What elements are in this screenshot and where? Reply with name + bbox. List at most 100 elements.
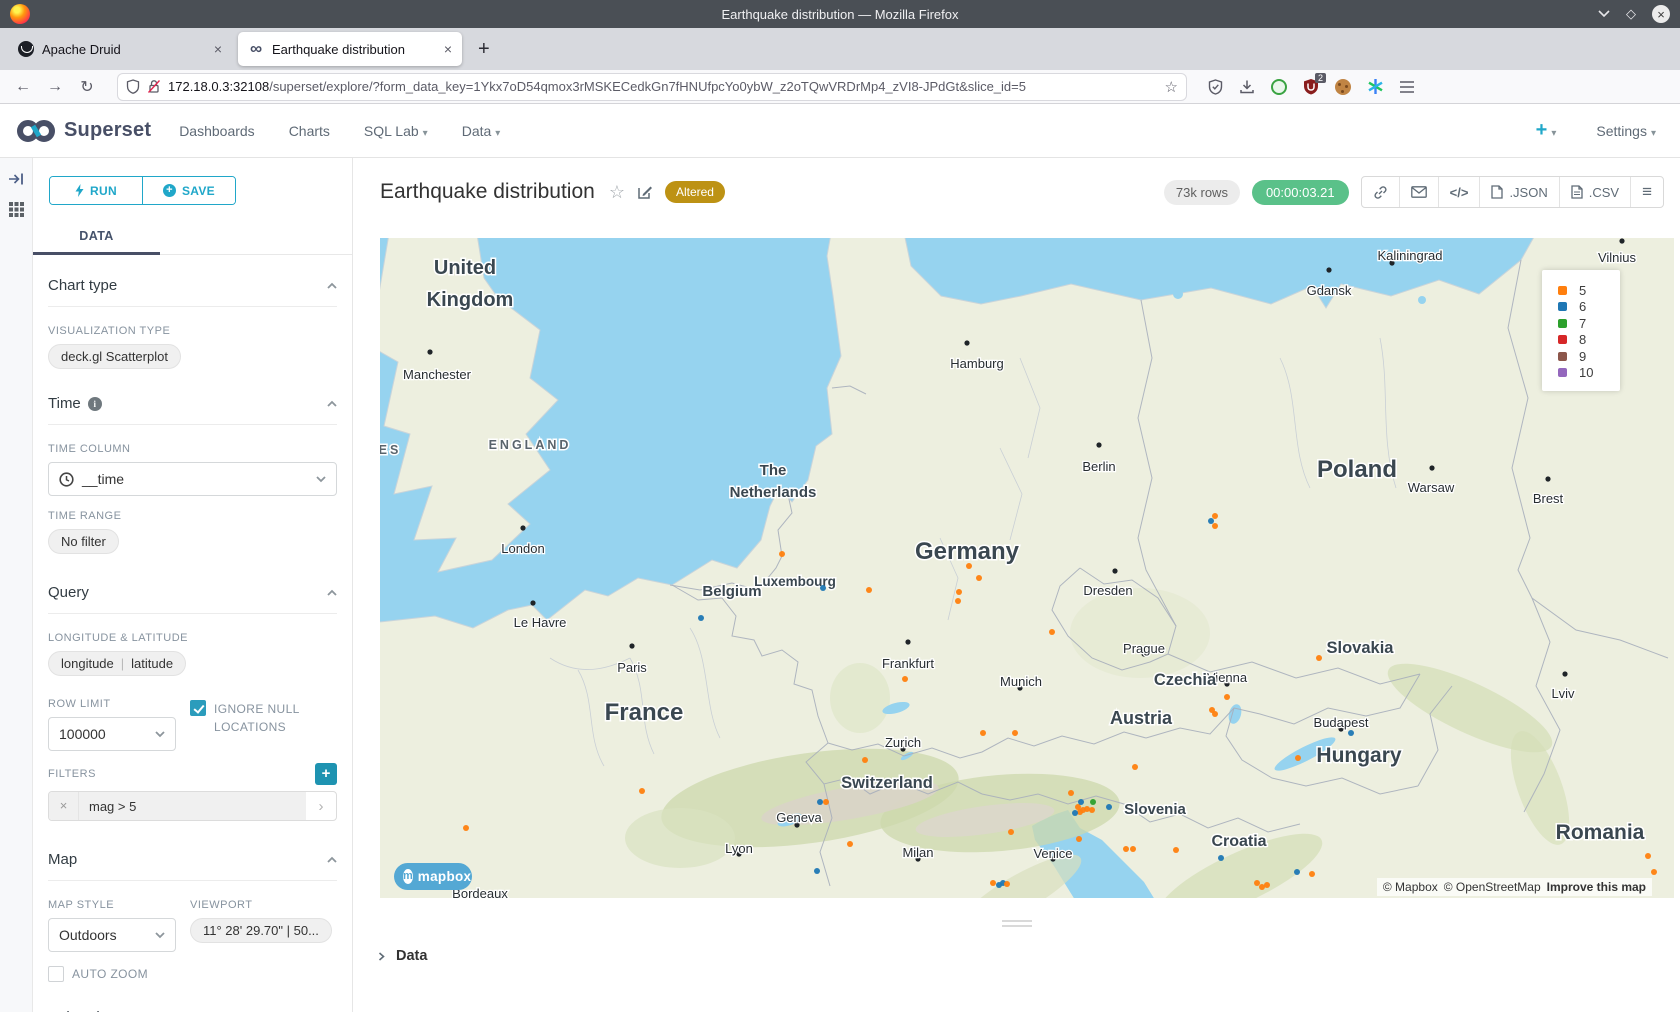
scatter-point[interactable] [1084, 806, 1090, 812]
scatter-point[interactable] [814, 868, 820, 874]
window-close-icon[interactable]: × [1652, 5, 1670, 23]
export-csv-button[interactable]: .CSV [1560, 177, 1631, 207]
shield-check-icon[interactable] [1206, 78, 1224, 96]
checkbox-unchecked-icon[interactable] [48, 966, 64, 982]
scatter-point[interactable] [463, 825, 469, 831]
scatter-point[interactable] [1224, 694, 1230, 700]
scatter-point[interactable] [1254, 880, 1260, 886]
panel-drag-handle[interactable] [1002, 920, 1032, 930]
tab-earthquake-distribution[interactable]: ∞ Earthquake distribution × [238, 32, 462, 66]
url-bar[interactable]: 172.18.0.3:32108/superset/explore/?form_… [118, 74, 1186, 100]
forward-icon[interactable]: → [42, 78, 68, 96]
scatter-point[interactable] [1309, 871, 1315, 877]
email-button[interactable] [1400, 177, 1439, 207]
auto-zoom-checkbox-row[interactable]: AUTO ZOOM [48, 965, 176, 983]
legend-item[interactable]: 7 [1558, 315, 1620, 332]
scatter-point[interactable] [1173, 847, 1179, 853]
shield-icon[interactable] [126, 79, 140, 94]
url-text[interactable]: 172.18.0.3:32108/superset/explore/?form_… [168, 79, 1158, 94]
attribution-improve-link[interactable]: Improve this map [1547, 880, 1646, 894]
scatter-point[interactable] [1077, 809, 1083, 815]
scatter-point[interactable] [1316, 655, 1322, 661]
attribution-mapbox[interactable]: © Mapbox [1383, 880, 1438, 894]
filter-value[interactable]: mag > 5 [79, 792, 306, 820]
dataset-grid-icon[interactable] [9, 202, 24, 217]
legend-item[interactable]: 6 [1558, 299, 1620, 316]
scatter-point[interactable] [1049, 629, 1055, 635]
scatter-point[interactable] [1132, 764, 1138, 770]
chevron-right-icon[interactable]: › [306, 798, 336, 815]
scatter-point[interactable] [980, 730, 986, 736]
mapbox-logo[interactable]: m mapbox [394, 863, 472, 890]
scatter-point[interactable] [1008, 829, 1014, 835]
checkbox-checked-icon[interactable] [190, 700, 206, 716]
legend-item[interactable]: 8 [1558, 332, 1620, 349]
scatter-point[interactable] [823, 799, 829, 805]
legend-item[interactable]: 5 [1558, 282, 1620, 299]
lonlat-value[interactable]: longitude|latitude [48, 651, 186, 676]
scatter-point[interactable] [1068, 790, 1074, 796]
settings-menu[interactable]: Settings▾ [1596, 123, 1656, 139]
tab-close-icon[interactable]: × [444, 41, 452, 57]
tab-data[interactable]: DATA [33, 225, 160, 255]
scatter-point[interactable] [976, 575, 982, 581]
scatter-point[interactable] [847, 841, 853, 847]
scatter-point[interactable] [902, 676, 908, 682]
viz-type-value[interactable]: deck.gl Scatterplot [48, 344, 181, 369]
scatter-point[interactable] [1212, 711, 1218, 717]
reload-icon[interactable]: ↻ [74, 77, 100, 97]
scatter-point[interactable] [820, 585, 826, 591]
scatter-point[interactable] [779, 551, 785, 557]
scatter-point[interactable] [1645, 853, 1651, 859]
scatter-point[interactable] [1012, 730, 1018, 736]
data-panel-toggle[interactable]: Data [377, 948, 427, 964]
scatter-point[interactable] [956, 589, 962, 595]
section-map[interactable]: Map [48, 851, 337, 881]
edit-pencil-icon[interactable] [637, 184, 653, 200]
scatter-point[interactable] [862, 757, 868, 763]
map-style-select[interactable]: Outdoors [48, 918, 176, 952]
scatter-point[interactable] [1264, 882, 1270, 888]
collapse-panel-icon[interactable] [8, 172, 24, 186]
scatter-point[interactable] [1089, 807, 1095, 813]
scatter-point[interactable] [1076, 836, 1082, 842]
ignore-null-checkbox-row[interactable]: IGNORE NULL LOCATIONS [190, 700, 337, 736]
altered-badge[interactable]: Altered [665, 181, 725, 203]
scatter-point[interactable] [1208, 518, 1214, 524]
scatter-point[interactable] [1106, 804, 1112, 810]
window-minimize-icon[interactable] [1598, 10, 1610, 18]
scatter-point[interactable] [1130, 846, 1136, 852]
download-icon[interactable] [1238, 78, 1256, 96]
new-tab-button[interactable]: + [468, 38, 500, 61]
scatter-point[interactable] [1078, 799, 1084, 805]
deckgl-map[interactable]: ManchesterLondonLe HavreParisBordeauxHam… [380, 238, 1674, 898]
superset-logo[interactable]: Superset [16, 118, 151, 144]
favorite-star-icon[interactable]: ☆ [609, 182, 625, 203]
scatter-point[interactable] [990, 880, 996, 886]
nav-data[interactable]: Data▾ [462, 123, 501, 139]
attribution-osm[interactable]: © OpenStreetMap [1444, 880, 1541, 894]
scatter-point[interactable] [1294, 869, 1300, 875]
legend-item[interactable]: 10 [1558, 365, 1620, 382]
nav-sql-lab[interactable]: SQL Lab▾ [364, 123, 428, 139]
section-chart-type[interactable]: Chart type [48, 277, 337, 307]
section-time[interactable]: Time i [48, 395, 337, 425]
scatter-point[interactable] [639, 788, 645, 794]
cookie-extension-icon[interactable] [1334, 78, 1352, 96]
bookmark-star-icon[interactable]: ☆ [1165, 78, 1178, 96]
time-column-select[interactable]: __time [48, 462, 337, 496]
section-query[interactable]: Query [48, 584, 337, 614]
scatter-point[interactable] [1212, 513, 1218, 519]
scatter-point[interactable] [1072, 810, 1078, 816]
extension-asterisk-icon[interactable] [1366, 78, 1384, 96]
copy-link-button[interactable] [1362, 177, 1400, 207]
scatter-point[interactable] [966, 563, 972, 569]
tab-apache-druid[interactable]: Apache Druid × [8, 32, 232, 66]
add-new-button[interactable]: +▾ [1536, 120, 1557, 141]
nav-charts[interactable]: Charts [289, 123, 330, 139]
export-json-button[interactable]: .JSON [1480, 177, 1559, 207]
scatter-point[interactable] [817, 799, 823, 805]
scatter-point[interactable] [1212, 523, 1218, 529]
insecure-lock-icon[interactable] [147, 79, 161, 94]
scatter-point[interactable] [955, 598, 961, 604]
